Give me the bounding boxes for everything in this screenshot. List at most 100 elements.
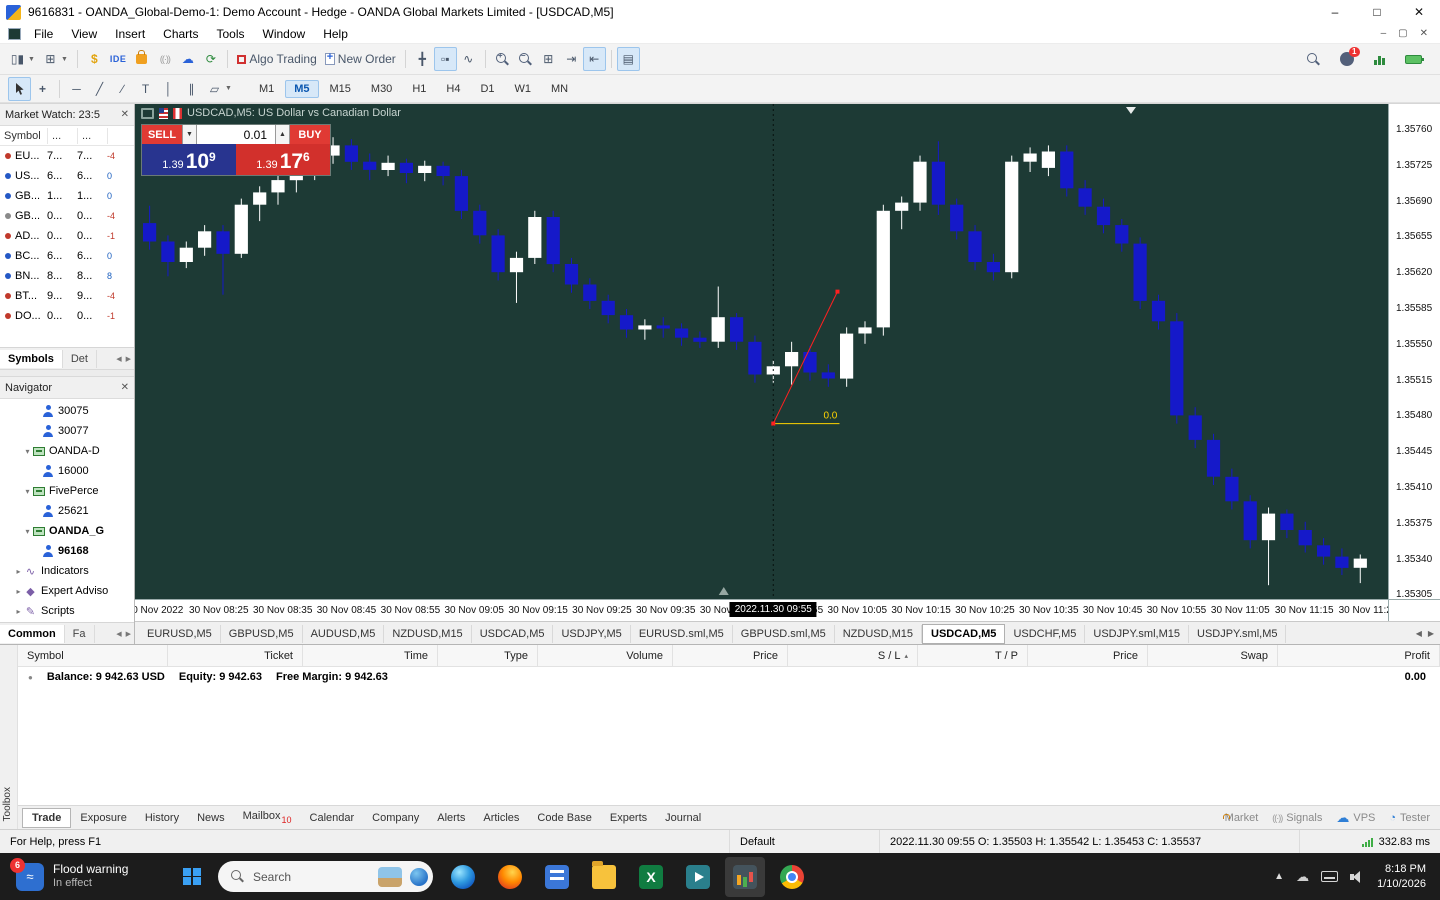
close-icon[interactable]: ✕ — [121, 382, 129, 393]
navigator-item-96168[interactable]: 96168 — [0, 541, 134, 561]
navigator-tab-common[interactable]: Common — [0, 624, 65, 643]
timeframe-H1[interactable]: H1 — [403, 80, 435, 98]
toolbox-tab-experts[interactable]: Experts — [601, 809, 656, 827]
mdi-minimize-button[interactable]: – — [1381, 28, 1387, 39]
toolbox-column-type[interactable]: Type — [438, 645, 538, 666]
bars-mode-button[interactable]: ╋ — [411, 47, 434, 71]
toolbox-column-volume[interactable]: Volume — [538, 645, 673, 666]
toolbox-column-t-p[interactable]: T / P — [918, 645, 1028, 666]
status-item-market[interactable]: Market — [1221, 812, 1259, 824]
market-watch-row[interactable]: DO... 0... 0... -1 — [0, 306, 134, 326]
market-watch-tab-det[interactable]: Det — [63, 349, 97, 368]
market-watch-tab-symbols[interactable]: Symbols — [0, 349, 63, 368]
expand-icon[interactable]: ▸ — [13, 587, 24, 596]
chart-tab-eurusd-m5[interactable]: EURUSD,M5 — [139, 624, 221, 643]
toolbox-tab-trade[interactable]: Trade — [22, 807, 72, 828]
toolbox-tab-mailbox[interactable]: Mailbox10 — [234, 807, 301, 827]
scroll-right-icon[interactable]: ▶ — [1428, 629, 1434, 638]
toolbox-tab-history[interactable]: History — [136, 809, 188, 827]
market-watch-row[interactable]: US... 6... 6... 0 — [0, 166, 134, 186]
status-item-tester[interactable]: ◔ Tester — [1389, 812, 1430, 824]
taskbar-app-edge[interactable] — [443, 857, 483, 897]
toolbox-column-ticket[interactable]: Ticket — [168, 645, 303, 666]
navigator-item-30075[interactable]: 30075 — [0, 401, 134, 421]
status-profile[interactable]: Default — [730, 830, 880, 853]
scroll-left-icon[interactable]: ◀ — [1416, 629, 1422, 638]
taskbar-app-firefox[interactable] — [490, 857, 530, 897]
chart-tab-usdcad-m5[interactable]: USDCAD,M5 — [472, 624, 554, 643]
taskbar-app-metatrader[interactable] — [725, 856, 765, 897]
hidden-icons-chevron[interactable]: ▲ — [1274, 871, 1284, 882]
volume-decrease-button[interactable]: ▼ — [182, 125, 197, 144]
zoom-in-button[interactable]: + — [491, 47, 514, 71]
market-watch-row[interactable]: EU... 7... 7... -4 — [0, 146, 134, 166]
chart-tab-nzdusd-m15[interactable]: NZDUSD,M15 — [384, 624, 472, 643]
zoom-out-button[interactable]: − — [514, 47, 537, 71]
menu-item-charts[interactable]: Charts — [154, 26, 207, 42]
chart-tab-audusd-m5[interactable]: AUDUSD,M5 — [303, 624, 385, 643]
market-watch-column-header[interactable]: Symbol — [0, 127, 48, 144]
scroll-left-icon[interactable]: ◀ — [116, 630, 121, 638]
sell-button[interactable]: SELL — [142, 125, 182, 144]
chart-shift-button[interactable]: ⇤ — [582, 47, 606, 71]
minimize-button[interactable]: – — [1314, 0, 1356, 24]
toolbox-column-profit[interactable]: Profit — [1278, 645, 1440, 666]
taskbar-app-movies[interactable] — [678, 857, 718, 897]
expand-icon[interactable]: ▸ — [13, 607, 24, 616]
taskbar-app-excel[interactable]: X — [631, 857, 671, 897]
chart-plot-area[interactable]: 0.0 USDCAD,M5: US Dollar vs Canadian Dol… — [135, 104, 1388, 599]
search-button[interactable] — [1302, 47, 1325, 71]
price-axis[interactable]: 1.35760 1.35725 1.35690 1.35655 1.35620 1.355… — [1388, 104, 1440, 600]
menu-item-view[interactable]: View — [62, 26, 106, 42]
timeframe-W1[interactable]: W1 — [506, 80, 541, 98]
horizontal-line-tool-button[interactable]: ─ — [65, 77, 88, 101]
navigator-item-oanda-d[interactable]: ▾ OANDA-D — [0, 441, 134, 461]
chart-tab-usdjpy-sml-m15[interactable]: USDJPY.sml,M15 — [1085, 624, 1189, 643]
panel-splitter[interactable] — [0, 369, 134, 377]
touch-keyboard-icon[interactable] — [1321, 871, 1339, 882]
timeframe-H4[interactable]: H4 — [437, 80, 469, 98]
text-tool-button[interactable]: T — [134, 77, 157, 101]
notifications-button[interactable]: 1 — [1335, 47, 1360, 71]
navigator-item-scripts[interactable]: ▸ ✎ Scripts — [0, 601, 134, 621]
time-axis[interactable]: 30 Nov 202230 Nov 08:2530 Nov 08:3530 No… — [135, 599, 1388, 621]
timeframe-M5[interactable]: M5 — [285, 79, 319, 98]
market-watch-column-header[interactable]: ... — [48, 127, 78, 144]
trendline-tool-button[interactable]: ╱ — [88, 77, 111, 101]
navigator-item-25621[interactable]: 25621 — [0, 501, 134, 521]
algo-trading-button[interactable]: Algo Trading — [233, 47, 320, 71]
toolbox-tab-calendar[interactable]: Calendar — [301, 809, 364, 827]
status-item-vps[interactable]: ☁ VPS — [1336, 810, 1375, 826]
channel-tool-button[interactable]: ∥ — [180, 77, 203, 101]
timeframe-MN[interactable]: MN — [542, 80, 577, 98]
new-chart-button[interactable]: ⊞ ▼ — [39, 47, 72, 71]
menu-item-help[interactable]: Help — [314, 26, 357, 42]
community-button[interactable]: ⟳ — [199, 47, 222, 71]
buy-price-panel[interactable]: 1.39 17 6 — [236, 144, 330, 175]
taskbar-search[interactable]: Search — [218, 861, 433, 892]
mdi-restore-button[interactable]: ▢ — [1398, 28, 1407, 39]
toolbox-tab-code-base[interactable]: Code Base — [528, 809, 600, 827]
status-item-signals[interactable]: ((·)) Signals — [1272, 812, 1322, 824]
market-watch-row[interactable]: GB... 0... 0... -4 — [0, 206, 134, 226]
sell-price-panel[interactable]: 1.39 10 9 — [142, 144, 236, 175]
auto-scroll-button[interactable]: ⇥ — [560, 47, 583, 71]
navigator-tab-fa[interactable]: Fa — [65, 624, 95, 643]
volume-field[interactable]: 0.01 — [197, 125, 275, 144]
menu-item-tools[interactable]: Tools — [208, 26, 254, 42]
menu-item-window[interactable]: Window — [254, 26, 315, 42]
menu-item-file[interactable]: File — [25, 26, 62, 42]
taskbar-app-chrome[interactable] — [772, 857, 812, 897]
chart-menu-icon[interactable] — [141, 107, 154, 119]
market-watch-row[interactable]: GB... 1... 1... 0 — [0, 186, 134, 206]
mdi-close-button[interactable]: ✕ — [1420, 28, 1428, 39]
chart-tab-nzdusd-m15[interactable]: NZDUSD,M15 — [835, 624, 923, 643]
timeframe-D1[interactable]: D1 — [471, 80, 503, 98]
toolbox-column-price[interactable]: Price — [673, 645, 788, 666]
collapse-icon[interactable]: ▾ — [22, 527, 33, 536]
timeframe-M1[interactable]: M1 — [250, 80, 283, 98]
toolbox-tab-exposure[interactable]: Exposure — [71, 809, 135, 827]
chart-tab-eurusd-sml-m5[interactable]: EURUSD.sml,M5 — [631, 624, 733, 643]
navigator-item-30077[interactable]: 30077 — [0, 421, 134, 441]
crosshair-tool-button[interactable]: + — [31, 77, 54, 101]
